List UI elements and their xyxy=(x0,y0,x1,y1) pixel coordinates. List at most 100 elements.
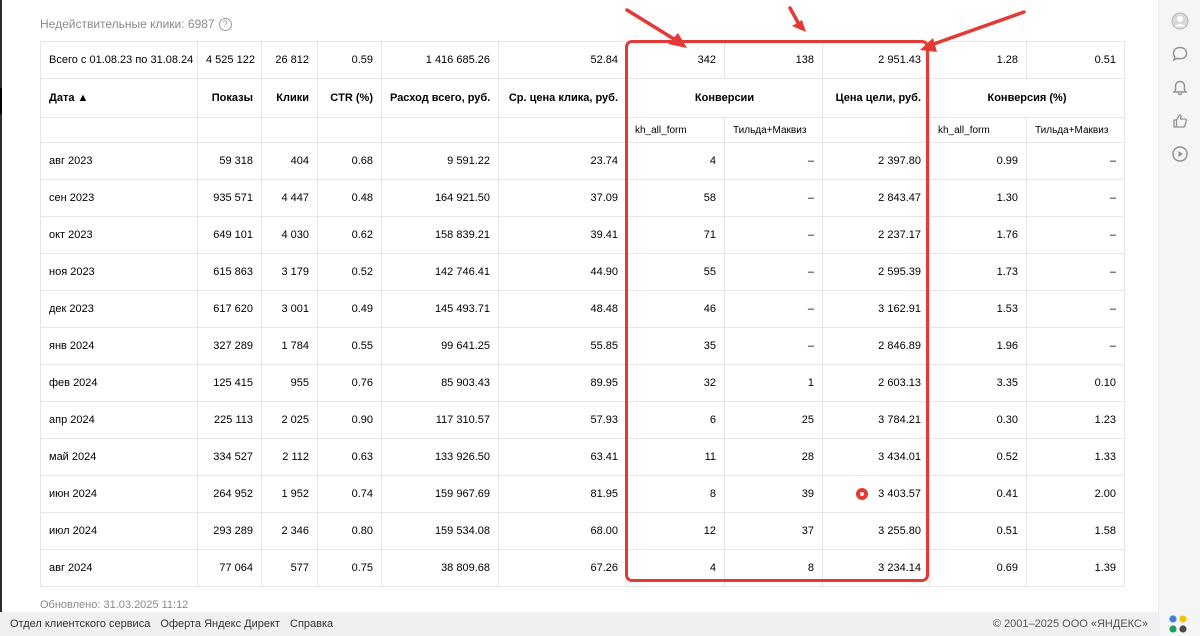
cell-clicks: 955 xyxy=(261,364,318,402)
cell-ctr: 0.76 xyxy=(317,364,382,402)
cell-goal-price: 2 846.89 xyxy=(822,327,930,365)
cell-date: сен 2023 xyxy=(40,179,198,217)
footer-link-offer[interactable]: Оферта Яндекс Директ xyxy=(160,618,280,630)
cell-goal1-rate: 1.73 xyxy=(929,253,1027,291)
cell-cpc: 48.48 xyxy=(498,290,627,328)
cell-shows: 334 527 xyxy=(197,438,262,476)
column-header-ctr[interactable]: CTR (%) xyxy=(317,78,382,118)
cell-date: фев 2024 xyxy=(40,364,198,402)
statistics-table: Всего с 01.08.23 по 31.08.24 4 525 122 2… xyxy=(40,41,1125,587)
cell-shows: 59 318 xyxy=(197,142,262,180)
cell-spend: 142 746.41 xyxy=(381,253,499,291)
cell-date: май 2024 xyxy=(40,438,198,476)
cell-cpc: 67.26 xyxy=(498,549,627,587)
cell-goal2-rate: – xyxy=(1026,327,1125,365)
cell-spend: 159 967.69 xyxy=(381,475,499,513)
cell-goal2-conversions: 25 xyxy=(724,401,823,439)
cell-goal1-rate: 0.52 xyxy=(929,438,1027,476)
cell-goal-price-value: 3 403.57 xyxy=(878,487,921,500)
services-logo-icon[interactable] xyxy=(1168,614,1188,634)
cell-goal2-rate: – xyxy=(1026,290,1125,328)
cell-shows: 264 952 xyxy=(197,475,262,513)
column-header-spend[interactable]: Расход всего, руб. xyxy=(381,78,499,118)
cell-shows: 615 863 xyxy=(197,253,262,291)
cell-goal2-rate: 0.10 xyxy=(1026,364,1125,402)
cell-goal1-conversions: 55 xyxy=(626,253,725,291)
subheader-goal2[interactable]: Тильда+Маквиз xyxy=(724,117,823,143)
cell-goal2-conversions: – xyxy=(724,216,823,254)
total-cpc: 52.84 xyxy=(498,41,627,79)
column-header-clicks[interactable]: Клики xyxy=(261,78,318,118)
cell-date: авг 2024 xyxy=(40,549,198,587)
total-goal2-rate: 0.51 xyxy=(1026,41,1125,79)
column-header-goal-price[interactable]: Цена цели, руб. xyxy=(822,78,930,118)
cell-goal1-rate: 0.51 xyxy=(929,512,1027,550)
cell-clicks: 404 xyxy=(261,142,318,180)
cell-ctr: 0.49 xyxy=(317,290,382,328)
cell-ctr: 0.80 xyxy=(317,512,382,550)
cell-goal-price: 2 595.39 xyxy=(822,253,930,291)
chat-icon[interactable] xyxy=(1171,45,1189,63)
subheader-row: kh_all_form Тильда+Маквиз kh_all_form Ти… xyxy=(40,117,1125,143)
table-row: апр 2024 225 113 2 025 0.90 117 310.57 57.93 6… xyxy=(40,401,1125,439)
cell-goal1-rate: 1.53 xyxy=(929,290,1027,328)
cell-date: июл 2024 xyxy=(40,512,198,550)
cell-cpc: 68.00 xyxy=(498,512,627,550)
table-row: сен 2023 935 571 4 447 0.48 164 921.50 37.09 5… xyxy=(40,179,1125,217)
thumbs-up-icon[interactable] xyxy=(1171,112,1189,130)
column-header-date[interactable]: Дата ▲ xyxy=(40,78,198,118)
scroll-marker xyxy=(0,88,2,114)
cell-ctr: 0.63 xyxy=(317,438,382,476)
cell-clicks: 3 179 xyxy=(261,253,318,291)
cell-spend: 158 839.21 xyxy=(381,216,499,254)
column-header-conversions[interactable]: Конверсии xyxy=(626,78,823,118)
subheader-goal1-rate[interactable]: kh_all_form xyxy=(929,117,1027,143)
column-header-shows[interactable]: Показы xyxy=(197,78,262,118)
cell-goal2-conversions: 8 xyxy=(724,549,823,587)
cell-goal2-rate: 1.39 xyxy=(1026,549,1125,587)
help-icon[interactable]: ? xyxy=(218,18,232,32)
cell-goal-price: 3 234.14 xyxy=(822,549,930,587)
cell-shows: 935 571 xyxy=(197,179,262,217)
bell-icon[interactable] xyxy=(1171,79,1189,97)
cell-spend: 9 591.22 xyxy=(381,142,499,180)
column-header-cpc[interactable]: Ср. цена клика, руб. xyxy=(498,78,627,118)
cell-goal2-conversions: – xyxy=(724,290,823,328)
cell-ctr: 0.75 xyxy=(317,549,382,587)
cell-date: янв 2024 xyxy=(40,327,198,365)
table-row: фев 2024 125 415 955 0.76 85 903.43 89.95 32 1 2… xyxy=(40,364,1125,402)
cell-goal1-conversions: 4 xyxy=(626,549,725,587)
cell-goal1-rate: 1.30 xyxy=(929,179,1027,217)
cell-ctr: 0.74 xyxy=(317,475,382,513)
cell-cpc: 81.95 xyxy=(498,475,627,513)
cell-goal-price: 3 255.80 xyxy=(822,512,930,550)
cell-goal1-rate: 0.69 xyxy=(929,549,1027,587)
total-label: Всего с 01.08.23 по 31.08.24 xyxy=(40,41,198,79)
total-goal1-conversions: 342 xyxy=(626,41,725,79)
cell-shows: 649 101 xyxy=(197,216,262,254)
cell-date: дек 2023 xyxy=(40,290,198,328)
cell-goal-price: 3 403.57 xyxy=(822,475,930,513)
cell-goal2-conversions: – xyxy=(724,253,823,291)
table-row: авг 2024 77 064 577 0.75 38 809.68 67.26 4 8 3 2… xyxy=(40,549,1125,587)
column-header-conversion-rate[interactable]: Конверсия (%) xyxy=(929,78,1125,118)
footer-link-client-service[interactable]: Отдел клиентского сервиса xyxy=(10,618,150,630)
avatar-icon[interactable] xyxy=(1171,12,1189,30)
cell-clicks: 1 952 xyxy=(261,475,318,513)
footer-link-help[interactable]: Справка xyxy=(290,618,333,630)
cell-goal1-conversions: 11 xyxy=(626,438,725,476)
cell-clicks: 2 112 xyxy=(261,438,318,476)
table-row: май 2024 334 527 2 112 0.63 133 926.50 63.41 1… xyxy=(40,438,1125,476)
cell-goal-price: 2 397.80 xyxy=(822,142,930,180)
total-goal-price: 2 951.43 xyxy=(822,41,930,79)
subheader-goal1[interactable]: kh_all_form xyxy=(626,117,725,143)
cell-ctr: 0.52 xyxy=(317,253,382,291)
cell-date: ноя 2023 xyxy=(40,253,198,291)
invalid-clicks-text: Недействительные клики: 6987 xyxy=(40,17,215,31)
play-icon[interactable] xyxy=(1171,145,1189,163)
cell-goal-price: 3 162.91 xyxy=(822,290,930,328)
record-icon xyxy=(856,488,869,501)
cell-spend: 145 493.71 xyxy=(381,290,499,328)
subheader-goal2-rate[interactable]: Тильда+Маквиз xyxy=(1026,117,1125,143)
cell-shows: 617 620 xyxy=(197,290,262,328)
